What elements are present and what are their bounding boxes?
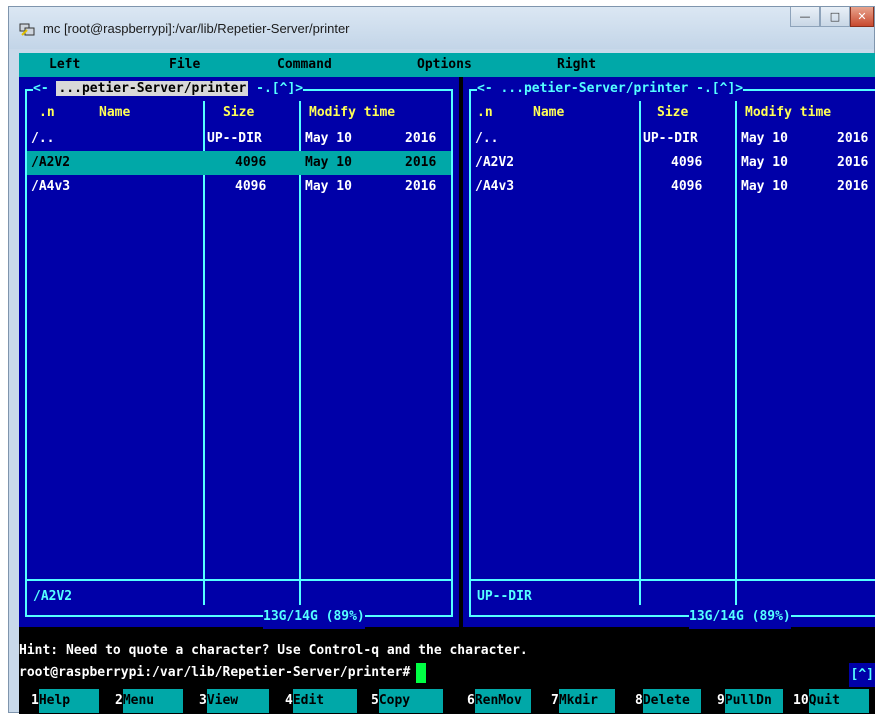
file-row[interactable]: /A4v3 4096 May 10 2016 xyxy=(27,175,451,199)
fkey-edit[interactable]: 4Edit xyxy=(285,689,357,713)
terminal-window: mc [root@raspberrypi]:/var/lib/Repetier-… xyxy=(8,6,875,714)
file-row-selected[interactable]: /A2V2 4096 May 10 2016 xyxy=(27,151,451,175)
left-hdr-name[interactable]: Name xyxy=(99,101,130,125)
hint-line: Hint: Need to quote a character? Use Con… xyxy=(19,643,528,658)
fkey-help[interactable]: 1Help xyxy=(31,689,99,713)
menu-right[interactable]: Right xyxy=(557,53,596,77)
title-bar[interactable]: mc [root@raspberrypi]:/var/lib/Repetier-… xyxy=(9,7,874,49)
file-row[interactable]: /.. UP--DIR May 10 2016 xyxy=(27,127,451,151)
left-hdr-sort[interactable]: .n xyxy=(39,101,55,125)
left-hdr-size[interactable]: Size xyxy=(223,101,254,125)
left-mini-status: /A2V2 xyxy=(33,589,73,604)
left-path-prefix: <- xyxy=(33,81,49,96)
file-row[interactable]: /A2V2 4096 May 10 2016 xyxy=(471,151,875,175)
mc-menubar: Left File Command Options Right xyxy=(19,53,875,77)
menu-file[interactable]: File xyxy=(169,53,200,77)
putty-icon xyxy=(19,23,35,36)
right-mini-status: UP--DIR xyxy=(477,589,532,604)
left-path-title[interactable]: <- ...petier-Server/printer -.[^]> xyxy=(33,77,304,101)
right-path-suffix: -.[^]> xyxy=(696,81,744,96)
maximize-button[interactable]: □ xyxy=(820,7,850,27)
function-key-bar: 1Help 2Menu 3View 4Edit 5Copy 6RenMov 7M… xyxy=(19,687,875,713)
menu-left[interactable]: Left xyxy=(49,53,80,77)
minimize-button[interactable]: — xyxy=(790,7,820,27)
file-row[interactable]: /.. UP--DIR May 10 2016 xyxy=(471,127,875,151)
menu-options[interactable]: Options xyxy=(417,53,472,77)
fkey-pulldn[interactable]: 9PullDn xyxy=(717,689,783,713)
terminal-screen[interactable]: Left File Command Options Right <- ...pe… xyxy=(19,53,875,714)
right-path-title[interactable]: <- ...petier-Server/printer -.[^]> xyxy=(477,77,744,101)
fkey-delete[interactable]: 8Delete xyxy=(635,689,701,713)
right-hdr-name[interactable]: Name xyxy=(533,101,564,125)
fkey-view[interactable]: 3View xyxy=(199,689,269,713)
corner-badge[interactable]: [^] xyxy=(848,663,875,687)
left-hdr-modify[interactable]: Modify time xyxy=(309,101,395,125)
right-path: ...petier-Server/printer xyxy=(500,81,689,96)
close-button[interactable]: ✕ xyxy=(850,7,874,27)
right-mini-sep xyxy=(469,579,875,581)
right-hdr-size[interactable]: Size xyxy=(657,101,688,125)
fkey-renmov[interactable]: 6RenMov xyxy=(467,689,531,713)
shell-prompt[interactable]: root@raspberrypi:/var/lib/Repetier-Serve… xyxy=(19,661,875,685)
right-panel[interactable]: <- ...petier-Server/printer -.[^]> .n Na… xyxy=(463,77,875,629)
text-cursor xyxy=(416,662,427,683)
fkey-copy[interactable]: 5Copy xyxy=(371,689,443,713)
right-hdr-modify[interactable]: Modify time xyxy=(745,101,831,125)
right-path-prefix: <- xyxy=(477,81,493,96)
left-path: ...petier-Server/printer xyxy=(56,81,249,96)
left-panel[interactable]: <- ...petier-Server/printer -.[^]> .n Na… xyxy=(19,77,459,629)
right-hdr-sort[interactable]: .n xyxy=(477,101,493,125)
window-title: mc [root@raspberrypi]:/var/lib/Repetier-… xyxy=(43,21,350,36)
left-free-space: 13G/14G (89%) xyxy=(263,605,365,629)
fkey-menu[interactable]: 2Menu xyxy=(115,689,183,713)
left-mini-sep xyxy=(25,579,453,581)
file-row[interactable]: /A4v3 4096 May 10 2016 xyxy=(471,175,875,199)
right-free-space: 13G/14G (89%) xyxy=(689,605,791,629)
prompt-text: root@raspberrypi:/var/lib/Repetier-Serve… xyxy=(19,665,411,680)
menu-command[interactable]: Command xyxy=(277,53,332,77)
fkey-mkdir[interactable]: 7Mkdir xyxy=(551,689,615,713)
left-path-suffix: -.[^]> xyxy=(256,81,304,96)
fkey-quit[interactable]: 10Quit xyxy=(793,689,869,713)
